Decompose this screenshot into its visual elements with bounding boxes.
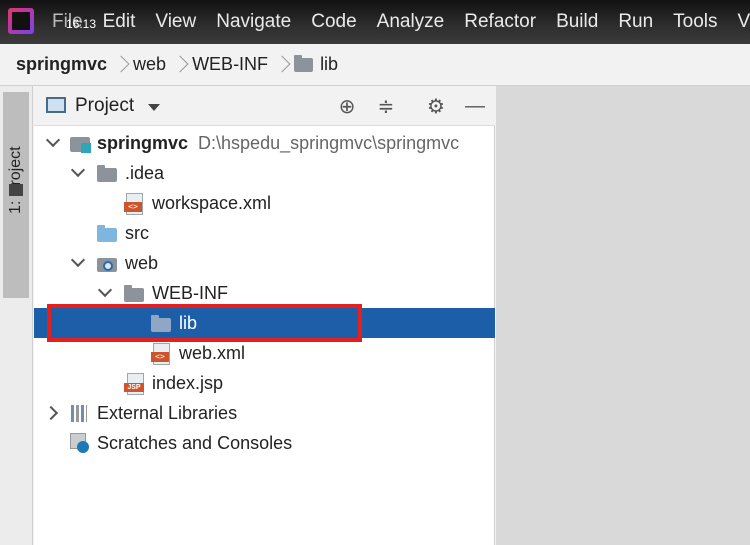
tree-row-springmvc[interactable]: springmvc D:\hspedu_springmvc\springmvc: [34, 128, 495, 158]
breadcrumb: springmvc web WEB-INF lib: [0, 44, 750, 86]
chevron-down-icon[interactable]: [72, 257, 84, 269]
menu-code[interactable]: Code: [311, 11, 366, 33]
menu-view[interactable]: View: [155, 11, 206, 33]
menu-bar: File Edit View Navigate Code Analyze Ref…: [0, 0, 750, 44]
tree-label-web: web: [125, 252, 159, 273]
tree-row-web[interactable]: web: [34, 248, 495, 278]
library-icon: [70, 403, 90, 423]
tree-row-index-jsp[interactable]: index.jsp: [34, 368, 495, 398]
folder-icon: [124, 283, 144, 303]
project-view-icon: [46, 97, 66, 113]
menu-edit[interactable]: Edit: [103, 11, 146, 33]
tree-row-scratches[interactable]: Scratches and Consoles: [34, 428, 495, 458]
menu-tools[interactable]: Tools: [673, 11, 727, 33]
tree-label-webinf: WEB-INF: [152, 282, 228, 303]
tree-row-external-libraries[interactable]: External Libraries: [34, 398, 495, 428]
chevron-right-icon: [115, 55, 125, 75]
chevron-down-icon[interactable]: [72, 167, 84, 179]
module-icon: [70, 133, 91, 153]
tree-label-scratches: Scratches and Consoles: [97, 432, 293, 453]
gear-icon[interactable]: ⚙: [425, 95, 447, 118]
tree-row-src[interactable]: src: [34, 218, 495, 248]
tree-label-web-xml: web.xml: [179, 342, 246, 363]
folder-icon: [294, 54, 314, 72]
collapse-icon[interactable]: ≑: [375, 95, 397, 118]
jsp-file-icon: [124, 373, 144, 395]
breadcrumb-item-webinf[interactable]: WEB-INF: [192, 54, 268, 75]
menu-build[interactable]: Build: [556, 11, 608, 33]
breadcrumb-item-web[interactable]: web: [133, 54, 166, 75]
folder-icon: [9, 184, 23, 196]
tree-label-idea: .idea: [125, 162, 165, 183]
chevron-right-icon: [174, 55, 184, 75]
menu-navigate[interactable]: Navigate: [216, 11, 301, 33]
chevron-down-icon[interactable]: [99, 287, 111, 299]
chevron-right-icon[interactable]: [47, 407, 59, 419]
intellij-logo-icon: [8, 8, 34, 34]
tree-label-src: src: [125, 222, 149, 243]
folder-icon: [97, 163, 117, 183]
source-folder-icon: [97, 223, 117, 243]
tree-row-workspace-xml[interactable]: workspace.xml: [34, 188, 495, 218]
xml-file-icon: [151, 343, 171, 365]
tree-row-web-xml[interactable]: web.xml: [34, 338, 495, 368]
breadcrumb-item-springmvc[interactable]: springmvc: [16, 54, 107, 75]
project-panel-header: Project ⊕ ≑ ⚙ —: [34, 86, 495, 126]
left-tool-strip: 1: Project: [0, 86, 33, 545]
web-folder-icon: [97, 253, 117, 273]
tree-label-external-libraries: External Libraries: [97, 402, 238, 423]
tree-path-springmvc: D:\hspedu_springmvc\springmvc: [198, 132, 460, 153]
minimize-icon[interactable]: —: [464, 95, 486, 117]
chevron-right-icon: [276, 55, 286, 75]
scratches-icon: [70, 433, 90, 453]
tool-tab-project-label: 1: Project: [7, 146, 24, 214]
menu-analyze[interactable]: Analyze: [377, 11, 455, 33]
highlight-box: [47, 304, 362, 342]
tree-label-index-jsp: index.jsp: [152, 372, 224, 393]
chevron-down-icon[interactable]: [47, 137, 59, 149]
editor-area: [496, 86, 750, 545]
menu-vcs[interactable]: VC: [738, 11, 750, 33]
project-view-selector[interactable]: Project: [75, 95, 134, 117]
breadcrumb-item-lib[interactable]: lib: [294, 54, 338, 75]
crosshair-icon[interactable]: ⊕: [336, 95, 358, 118]
tool-tab-project[interactable]: 1: Project: [3, 92, 29, 298]
clock-overlay: 16:13: [66, 17, 97, 31]
menu-run[interactable]: Run: [618, 11, 663, 33]
tree-label-springmvc: springmvc: [97, 132, 189, 153]
menu-refactor[interactable]: Refactor: [464, 11, 546, 33]
chevron-down-icon[interactable]: [148, 104, 160, 111]
tree-row-idea[interactable]: .idea: [34, 158, 495, 188]
tree-label-workspace-xml: workspace.xml: [152, 192, 272, 213]
xml-file-icon: [124, 193, 144, 215]
breadcrumb-item-lib-label: lib: [320, 54, 339, 74]
menu-items: File Edit View Navigate Code Analyze Ref…: [52, 0, 750, 44]
